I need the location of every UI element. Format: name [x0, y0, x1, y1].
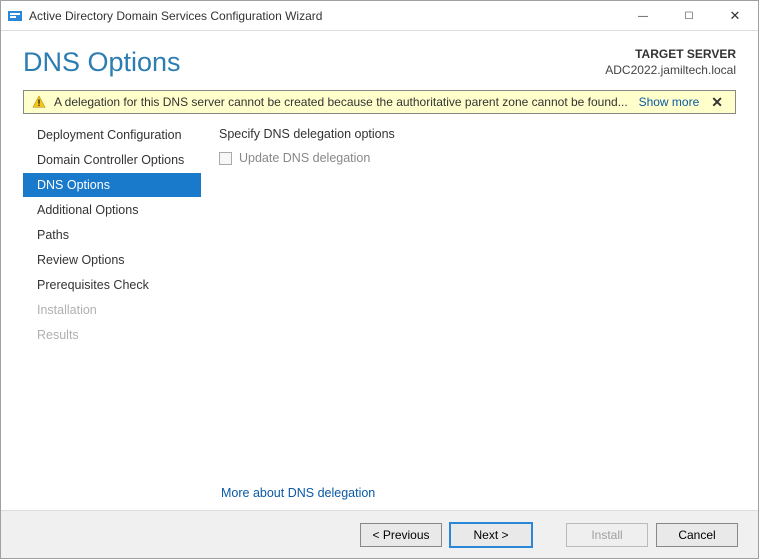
page-heading: DNS Options: [23, 47, 181, 78]
previous-button[interactable]: < Previous: [360, 523, 442, 547]
app-icon: [7, 8, 23, 24]
update-dns-checkbox[interactable]: [219, 152, 232, 165]
next-button[interactable]: Next >: [450, 523, 532, 547]
wizard-window: Active Directory Domain Services Configu…: [0, 0, 759, 559]
sidebar-item-additional-options[interactable]: Additional Options: [23, 198, 201, 222]
sidebar-item-installation: Installation: [23, 298, 201, 322]
warning-close-button[interactable]: ✕: [707, 95, 727, 109]
warning-icon: [32, 95, 46, 109]
minimize-button[interactable]: —: [620, 1, 666, 31]
target-label: TARGET SERVER: [605, 47, 736, 63]
sidebar-item-domain-controller-options[interactable]: Domain Controller Options: [23, 148, 201, 172]
update-dns-label: Update DNS delegation: [239, 151, 370, 165]
sidebar-item-deployment-configuration[interactable]: Deployment Configuration: [23, 123, 201, 147]
maximize-button[interactable]: ☐: [666, 1, 712, 31]
sidebar-item-results: Results: [23, 323, 201, 347]
update-dns-row: Update DNS delegation: [219, 151, 736, 165]
more-about-link[interactable]: More about DNS delegation: [221, 486, 736, 500]
sidebar-item-prerequisites-check[interactable]: Prerequisites Check: [23, 273, 201, 297]
section-label: Specify DNS delegation options: [219, 127, 736, 141]
body-area: Deployment Configuration Domain Controll…: [1, 122, 758, 510]
warning-show-more-link[interactable]: Show more: [639, 95, 700, 109]
main-panel: Specify DNS delegation options Update DN…: [201, 122, 736, 510]
warning-text: A delegation for this DNS server cannot …: [54, 95, 631, 109]
header-row: DNS Options TARGET SERVER ADC2022.jamilt…: [1, 31, 758, 88]
sidebar-item-dns-options[interactable]: DNS Options: [23, 173, 201, 197]
install-button: Install: [566, 523, 648, 547]
main-content: Specify DNS delegation options Update DN…: [219, 124, 736, 486]
target-info: TARGET SERVER ADC2022.jamiltech.local: [605, 47, 736, 78]
footer: < Previous Next > Install Cancel: [1, 510, 758, 558]
close-button[interactable]: ✕: [712, 1, 758, 31]
window-title: Active Directory Domain Services Configu…: [29, 9, 620, 23]
target-server: ADC2022.jamiltech.local: [605, 63, 736, 79]
window-controls: — ☐ ✕: [620, 1, 758, 30]
sidebar-item-paths[interactable]: Paths: [23, 223, 201, 247]
sidebar: Deployment Configuration Domain Controll…: [1, 122, 201, 510]
sidebar-item-review-options[interactable]: Review Options: [23, 248, 201, 272]
cancel-button[interactable]: Cancel: [656, 523, 738, 547]
warning-bar: A delegation for this DNS server cannot …: [23, 90, 736, 114]
titlebar: Active Directory Domain Services Configu…: [1, 1, 758, 31]
